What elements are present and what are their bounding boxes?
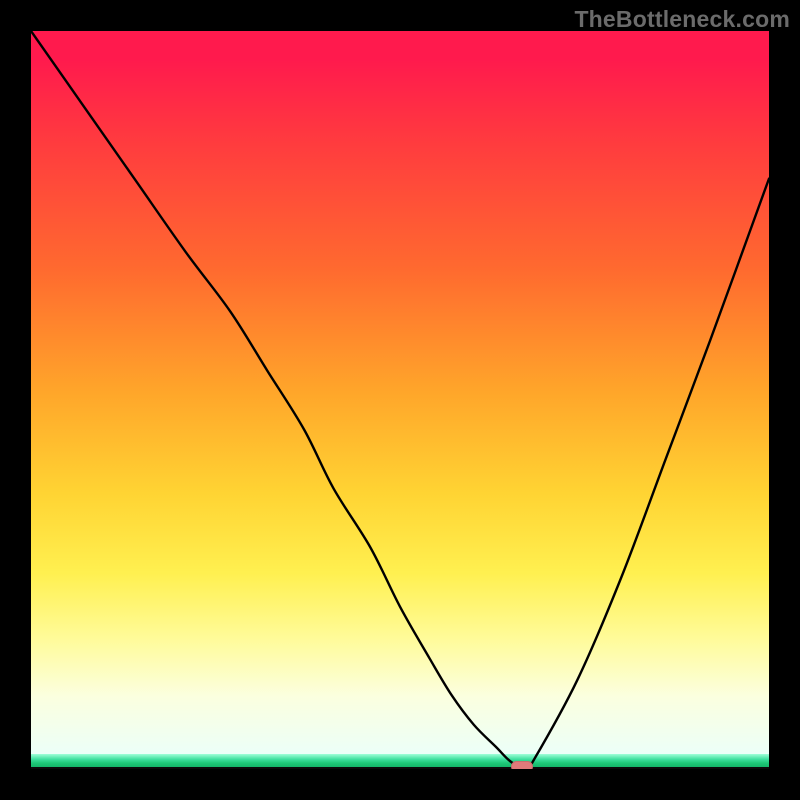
- optimal-marker: [511, 761, 533, 769]
- chart-frame: TheBottleneck.com: [0, 0, 800, 800]
- bottleneck-curve: [31, 31, 769, 769]
- watermark-text: TheBottleneck.com: [574, 6, 790, 33]
- plot-area: [31, 31, 769, 769]
